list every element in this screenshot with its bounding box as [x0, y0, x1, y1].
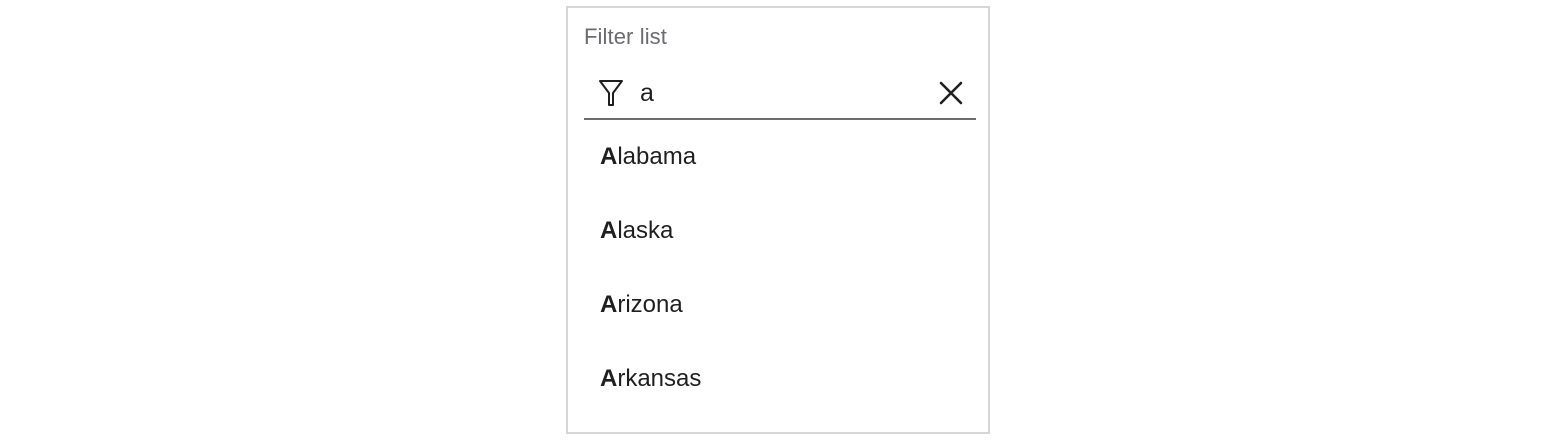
- filter-query-input[interactable]: a: [640, 78, 654, 108]
- list-item[interactable]: Arkansas: [584, 342, 976, 416]
- filter-results-list: Alabama Alaska Arizona Arkansas: [584, 120, 976, 416]
- list-item[interactable]: Alaska: [584, 194, 976, 268]
- filter-list-label: Filter list: [584, 24, 667, 49]
- list-item-rest: rizona: [617, 291, 683, 318]
- filter-icon: [599, 80, 623, 106]
- filter-search-field[interactable]: a: [584, 70, 976, 120]
- close-icon[interactable]: [936, 78, 966, 108]
- list-item-rest: laska: [617, 217, 674, 244]
- list-item-match: A: [600, 365, 618, 392]
- list-item-match: A: [600, 143, 618, 170]
- list-item-match: A: [600, 291, 618, 318]
- list-item[interactable]: Alabama: [584, 120, 976, 194]
- list-item-rest: labama: [617, 143, 697, 170]
- list-item-match: A: [600, 217, 618, 244]
- filter-list-panel: Filter list a Alabama Alaska Arizona Ark…: [566, 6, 990, 434]
- list-item[interactable]: Arizona: [584, 268, 976, 342]
- list-item-rest: rkansas: [617, 365, 702, 392]
